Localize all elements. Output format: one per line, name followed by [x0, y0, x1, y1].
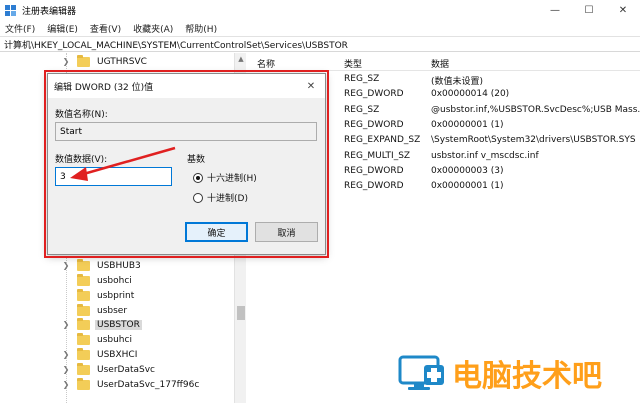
menu-favorites[interactable]: 收藏夹(A)	[133, 22, 173, 35]
folder-icon	[77, 377, 90, 390]
value-data: usbstor.inf v_mscdsc.inf	[431, 151, 539, 161]
folder-icon	[77, 362, 90, 375]
value-data: 0x00000014 (20)	[431, 89, 510, 99]
chevron-right-icon[interactable]: ❯	[62, 380, 70, 389]
dialog-titlebar: 编辑 DWORD (32 位)值 ✕	[48, 74, 325, 98]
tree-item-usbuhci[interactable]: ❯ usbuhci	[62, 332, 134, 347]
value-data: 0x00000001 (1)	[431, 181, 504, 191]
value-data-label: 数值数据(V):	[55, 155, 108, 165]
value-name-label: 数值名称(N):	[55, 110, 108, 120]
tree-item-label: usbuhci	[97, 334, 132, 345]
monitor-medical-logo-icon	[398, 355, 444, 390]
value-type: REG_SZ	[344, 105, 380, 115]
folder-icon	[77, 273, 90, 286]
value-data: @usbstor.inf,%USBSTOR.SvcDesc%;USB Mass.…	[431, 105, 640, 115]
radio-dec[interactable]: 十进制(D)	[193, 191, 248, 204]
tree-item-label: usbprint	[97, 290, 135, 301]
window-controls: — ☐ ✕	[538, 0, 640, 20]
tree-item-userdatasvc[interactable]: ❯ UserDataSvc	[62, 362, 157, 377]
ok-button[interactable]: 确定	[185, 222, 248, 242]
tree-item-label: UserDataSvc_177ff96c	[97, 379, 200, 390]
menu-edit[interactable]: 编辑(E)	[47, 22, 78, 35]
chevron-right-icon[interactable]: ❯	[62, 365, 70, 374]
folder-icon	[77, 258, 90, 271]
tree-item-userdatasvc-177ff96c[interactable]: ❯ UserDataSvc_177ff96c	[62, 377, 201, 392]
value-type: REG_MULTI_SZ	[344, 151, 411, 161]
value-type: REG_EXPAND_SZ	[344, 135, 421, 145]
tree-item-usbohci[interactable]: ❯ usbohci	[62, 273, 134, 288]
tree-item-usbser[interactable]: ❯ usbser	[62, 303, 129, 318]
tree-item-usbstor[interactable]: ❯ USBSTOR	[62, 317, 142, 332]
column-header-data[interactable]: 数据	[431, 57, 449, 70]
window-title: 注册表编辑器	[22, 6, 77, 17]
radio-dec-label: 十进制(D)	[207, 194, 248, 204]
radio-unchecked-icon[interactable]	[193, 192, 203, 203]
value-data: 0x00000003 (3)	[431, 166, 504, 176]
value-type: REG_SZ	[344, 74, 380, 84]
radio-checked-icon[interactable]	[193, 172, 203, 183]
list-header: 名称 类型 数据	[247, 53, 640, 71]
folder-icon	[77, 303, 90, 316]
menu-help[interactable]: 帮助(H)	[185, 22, 217, 35]
value-data: 0x00000001 (1)	[431, 120, 504, 130]
value-type: REG_DWORD	[344, 181, 404, 191]
tree-item-label: UGTHRSVC	[97, 56, 147, 67]
tree-item-label: UserDataSvc	[97, 364, 155, 375]
close-button[interactable]: ✕	[606, 0, 640, 20]
base-group: 十六进制(H) 十进制(D)	[179, 157, 316, 205]
tree-item-usbprint[interactable]: ❯ usbprint	[62, 288, 136, 303]
tree-item-ugthrsvc[interactable]: ❯ UGTHRSVC	[62, 54, 149, 69]
column-header-name[interactable]: 名称	[257, 57, 275, 70]
column-header-type[interactable]: 类型	[344, 57, 362, 70]
chevron-right-icon[interactable]: ❯	[62, 320, 70, 329]
tree-item-label: usbser	[97, 305, 128, 316]
value-type: REG_DWORD	[344, 89, 404, 99]
tree-item-label: USBXHCI	[97, 349, 138, 360]
maximize-button[interactable]: ☐	[572, 0, 606, 20]
value-type: REG_DWORD	[344, 166, 404, 176]
value-data-field[interactable]: 3	[55, 167, 172, 186]
chevron-right-icon[interactable]: ❯	[62, 57, 70, 66]
tree-item-usbhub3[interactable]: ❯ USBHUB3	[62, 258, 143, 273]
minimize-button[interactable]: —	[538, 0, 572, 20]
tree-item-usbxhci[interactable]: ❯ USBXHCI	[62, 347, 139, 362]
menu-view[interactable]: 查看(V)	[90, 22, 121, 35]
folder-icon	[77, 347, 90, 360]
folder-icon	[77, 332, 90, 345]
chevron-right-icon[interactable]: ❯	[62, 261, 70, 270]
chevron-right-icon[interactable]: ❯	[62, 350, 70, 359]
dialog-close-button[interactable]: ✕	[297, 74, 325, 98]
watermark: 电脑技术吧	[398, 350, 638, 395]
value-name-field[interactable]: Start	[55, 122, 317, 141]
menu-file[interactable]: 文件(F)	[5, 22, 35, 35]
tree-item-label: usbohci	[97, 275, 132, 286]
radio-hex[interactable]: 十六进制(H)	[193, 171, 257, 184]
dialog-title: 编辑 DWORD (32 位)值	[54, 82, 154, 93]
tree-item-label: USBSTOR	[95, 319, 142, 330]
scroll-up-icon[interactable]: ▲	[235, 53, 247, 65]
value-type: REG_DWORD	[344, 120, 404, 130]
window-titlebar: 注册表编辑器 — ☐ ✕	[0, 0, 640, 20]
radio-hex-label: 十六进制(H)	[207, 174, 257, 184]
value-data: \SystemRoot\System32\drivers\USBSTOR.SYS	[431, 135, 636, 145]
folder-icon	[77, 317, 90, 330]
watermark-text: 电脑技术吧	[452, 358, 602, 394]
regedit-app-icon	[5, 4, 16, 16]
folder-icon	[77, 288, 90, 301]
edit-dword-dialog: 编辑 DWORD (32 位)值 ✕ 数值名称(N): Start 数值数据(V…	[47, 73, 326, 255]
value-data: (数值未设置)	[431, 77, 484, 87]
folder-icon	[77, 54, 90, 67]
scrollbar-thumb[interactable]	[237, 306, 245, 320]
menu-bar: 文件(F) 编辑(E) 查看(V) 收藏夹(A) 帮助(H)	[0, 20, 640, 36]
address-bar[interactable]: 计算机\HKEY_LOCAL_MACHINE\SYSTEM\CurrentCon…	[0, 36, 640, 52]
tree-item-label: USBHUB3	[97, 260, 141, 271]
cancel-button[interactable]: 取消	[255, 222, 318, 242]
